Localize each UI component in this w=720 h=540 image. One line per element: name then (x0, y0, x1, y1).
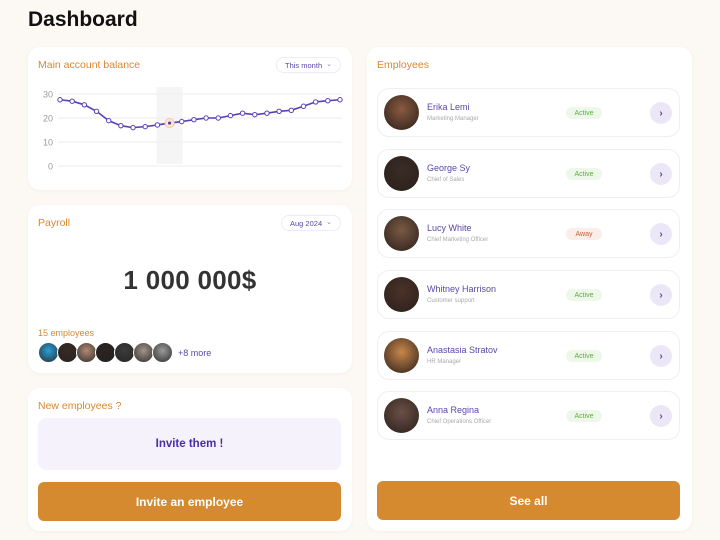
see-all-button[interactable]: See all (377, 481, 680, 520)
chevron-right-icon: › (659, 107, 663, 119)
avatar[interactable] (133, 342, 154, 363)
avatar[interactable] (95, 342, 116, 363)
employee-row[interactable]: Anna Regina Chief Operations Officer Activ… (377, 391, 680, 440)
data-point[interactable] (93, 108, 100, 114)
employees-card: Employees Erika Lemi Marketing Manager Act… (367, 47, 692, 531)
avatar (384, 338, 419, 373)
data-point[interactable] (154, 122, 161, 128)
payroll-period-select[interactable]: Aug 2024 ⌄ (281, 215, 341, 231)
status-badge: Active (566, 289, 602, 301)
data-point[interactable] (81, 102, 88, 108)
payroll-title: Payroll (38, 217, 71, 229)
employee-name: Lucy White (427, 223, 472, 233)
balance-card: Main account balance This month ⌄ 0 10 20 3… (28, 47, 352, 190)
data-point[interactable] (312, 99, 319, 105)
employee-role: Chief Marketing Officer (427, 237, 489, 243)
data-point[interactable] (203, 115, 209, 121)
avatar (384, 216, 419, 251)
chevron-right-icon: › (659, 410, 663, 422)
status-badge: Active (566, 410, 602, 422)
avatar[interactable] (38, 342, 59, 363)
balance-line (59, 98, 341, 129)
data-point[interactable] (227, 112, 234, 119)
employee-name: George Sy (427, 163, 471, 173)
data-point[interactable] (179, 118, 185, 125)
employee-name: Anna Regina (427, 405, 480, 415)
employee-row[interactable]: Lucy White Chief Marketing Officer Away › (377, 209, 680, 258)
data-point[interactable] (239, 110, 246, 116)
employee-name: Anastasia Stratov (427, 345, 498, 355)
employee-row[interactable]: Erika Lemi Marketing Manager Active › (377, 88, 680, 137)
data-point[interactable] (142, 123, 148, 130)
new-employees-card: New employees ? Invite them ! Invite an … (28, 388, 352, 531)
data-point[interactable] (191, 116, 197, 123)
y-tick-label: 0 (48, 162, 53, 172)
chevron-right-icon: › (659, 350, 663, 362)
avatar[interactable] (114, 342, 135, 363)
employees-title: Employees (377, 59, 429, 71)
avatar-group[interactable]: +8 more (38, 342, 211, 363)
payroll-period-value: Aug 2024 (290, 218, 323, 228)
employee-name: Whitney Harrison (427, 284, 497, 294)
invite-employee-button[interactable]: Invite an employee (38, 482, 341, 521)
data-point[interactable] (69, 98, 75, 104)
avatar[interactable] (152, 342, 173, 363)
data-point[interactable] (276, 108, 282, 114)
invite-prompt: Invite them ! (38, 418, 341, 470)
payroll-card: Payroll Aug 2024 ⌄ 1 000 000$ 15 employe… (28, 205, 352, 373)
more-employees-link[interactable]: +8 more (178, 348, 211, 358)
employee-role: Marketing Manager (427, 116, 479, 122)
new-employees-title: New employees ? (38, 400, 122, 412)
avatar (384, 277, 419, 312)
data-point[interactable] (288, 107, 295, 114)
employee-row[interactable]: Anastasia Stratov HR Manager Active › (377, 331, 680, 380)
payroll-amount: 1 000 000$ (123, 265, 257, 295)
employee-row[interactable]: George Sy Chief of Sales Active › (377, 149, 680, 198)
status-badge: Away (566, 228, 602, 240)
avatar (384, 156, 419, 191)
view-employee-button[interactable]: › (650, 345, 672, 367)
y-tick-label: 10 (43, 138, 53, 148)
data-point[interactable] (252, 111, 258, 118)
data-point[interactable] (264, 110, 270, 116)
employee-role: Customer support (427, 298, 475, 304)
view-employee-button[interactable]: › (650, 163, 672, 185)
data-point[interactable] (215, 115, 221, 121)
data-point[interactable] (118, 122, 124, 129)
avatar (384, 398, 419, 433)
view-employee-button[interactable]: › (650, 284, 672, 306)
y-tick-label: 20 (43, 114, 53, 124)
status-badge: Active (566, 107, 602, 119)
page-title: Dashboard (28, 8, 138, 31)
chevron-right-icon: › (659, 289, 663, 301)
employee-name: Erika Lemi (427, 102, 470, 112)
data-point[interactable] (167, 121, 172, 125)
data-point[interactable] (105, 117, 112, 124)
chevron-right-icon: › (659, 168, 663, 180)
chevron-right-icon: › (659, 228, 663, 240)
view-employee-button[interactable]: › (650, 405, 672, 427)
avatar[interactable] (57, 342, 78, 363)
employee-role: Chief Operations Officer (427, 419, 492, 425)
data-point[interactable] (337, 97, 343, 103)
data-point[interactable] (130, 124, 136, 131)
view-employee-button[interactable]: › (650, 223, 672, 245)
status-badge: Active (566, 350, 602, 362)
y-tick-label: 30 (43, 90, 53, 100)
data-point[interactable] (325, 98, 331, 104)
employee-role: HR Manager (427, 359, 462, 365)
avatar (384, 95, 419, 130)
chevron-down-icon: ⌄ (326, 219, 332, 226)
data-point[interactable] (300, 103, 307, 109)
balance-chart: 0 10 20 30 (43, 87, 343, 172)
employee-count: 15 employees (38, 328, 95, 338)
employee-role: Chief of Sales (427, 177, 465, 183)
avatar[interactable] (76, 342, 97, 363)
data-point[interactable] (57, 97, 63, 103)
view-employee-button[interactable]: › (650, 102, 672, 124)
employee-row[interactable]: Whitney Harrison Customer support Active › (377, 270, 680, 319)
status-badge: Active (566, 168, 602, 180)
